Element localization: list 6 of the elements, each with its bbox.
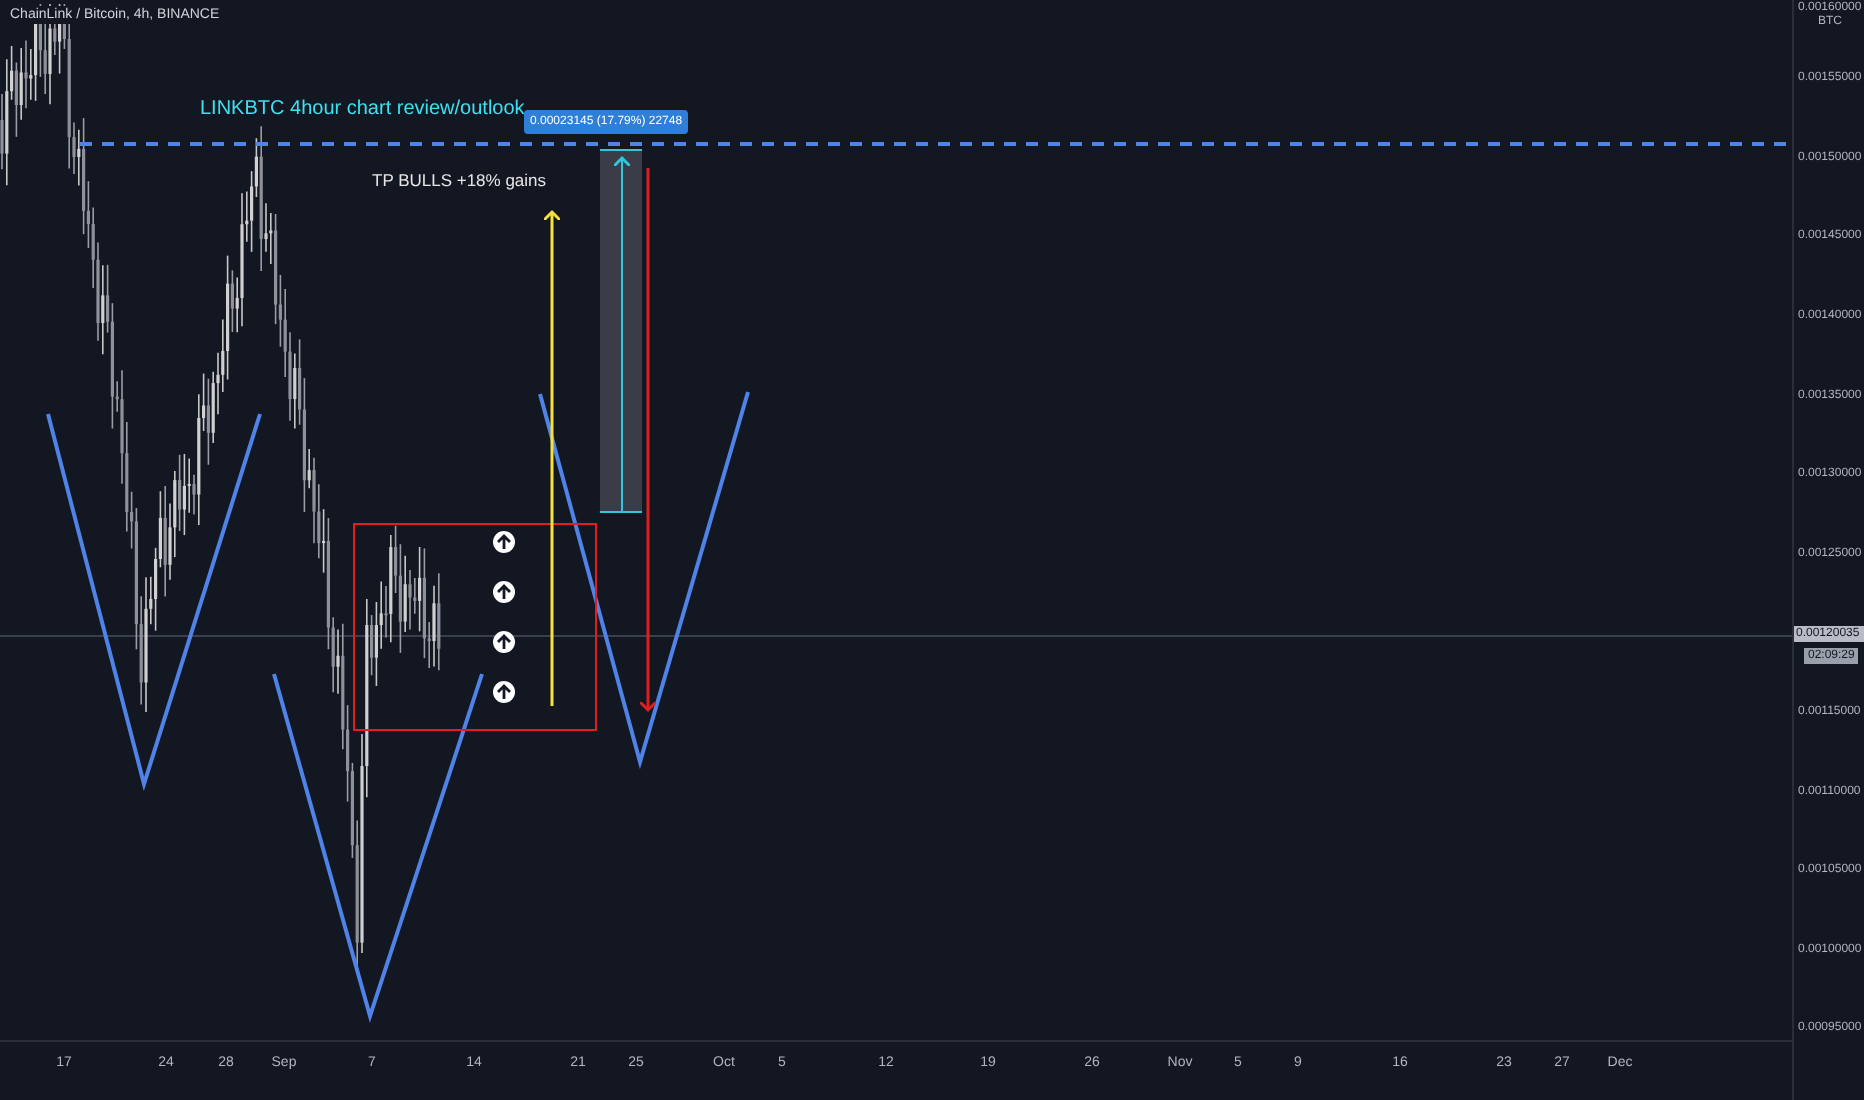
arrow-up-circle-icon bbox=[493, 631, 515, 653]
arrow-up-circle-icon bbox=[493, 581, 515, 603]
arrow-up-circle-icon bbox=[493, 681, 515, 703]
target-note: TP BULLS +18% gains bbox=[372, 170, 547, 190]
arrow-up-circle-icon bbox=[493, 531, 515, 553]
chart-headline: LINKBTC 4hour chart review/outlook bbox=[200, 98, 525, 120]
